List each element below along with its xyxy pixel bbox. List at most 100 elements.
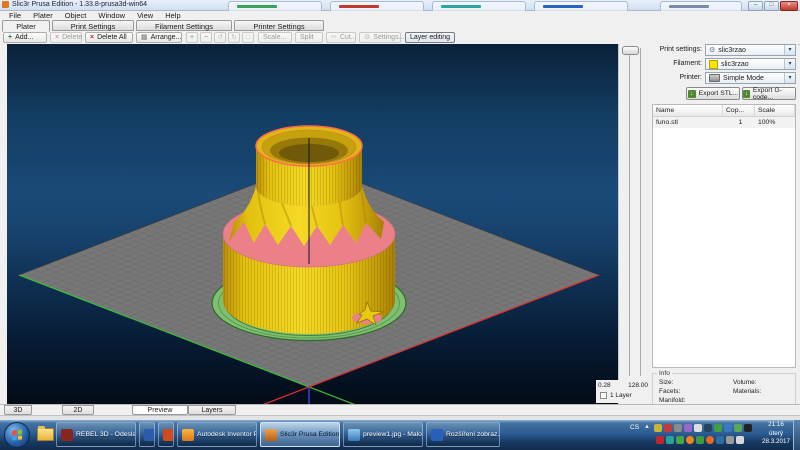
background-window-tab[interactable] [330,1,424,11]
layer-editing-button[interactable]: Layer editing [405,32,455,43]
tab-printer-settings[interactable]: Printer Settings [234,20,324,31]
tray-icon[interactable] [706,436,714,444]
tray-icon[interactable] [696,436,704,444]
taskbar: REBEL 3D - Odeslat o... Autodesk Invento… [0,420,800,450]
add-icon: + [8,34,12,41]
add-button[interactable]: + Add... [3,32,47,43]
tray-icon[interactable] [666,436,674,444]
one-layer-option[interactable]: 1 Layer [600,392,632,399]
menu-plater[interactable]: Plater [28,11,58,20]
language-indicator[interactable]: CS [630,424,639,431]
export-gcode-button[interactable]: ↓ Export G-code... [742,87,796,100]
rotate-ccw-icon: ↺ [217,34,223,41]
close-button[interactable]: × [780,1,798,11]
selection-button[interactable]: □ [242,32,254,43]
background-window-tab[interactable] [660,1,742,11]
export-icon: ↓ [688,90,696,98]
tray-icon[interactable] [676,436,684,444]
slider-track-low[interactable] [629,48,630,376]
more-copies-button[interactable]: + [186,32,198,43]
view-tab-preview[interactable]: Preview [132,405,188,415]
explorer-folder-icon[interactable] [37,428,54,441]
filament-select[interactable]: slic3rzao ▾ [705,58,796,70]
arrange-button[interactable]: ▦ Arrange... [136,32,182,43]
selection-icon: □ [246,34,250,41]
taskbar-button-rebel3d[interactable]: REBEL 3D - Odeslat o... [56,422,136,447]
tab-plater[interactable]: Plater [2,20,50,32]
app-icon [61,429,73,441]
taskbar-button-slic3r[interactable]: Slic3r Prusa Edition - ... [260,422,340,447]
chevron-down-icon: ▾ [784,59,795,69]
tray-icon[interactable] [724,424,732,432]
gear-icon: ⚙ [709,47,715,54]
tab-print-settings[interactable]: Print Settings [52,20,134,31]
tray-icon[interactable] [664,424,672,432]
tray-icon[interactable] [714,424,722,432]
tray-icon[interactable] [716,436,724,444]
info-volume-label: Volume: [733,379,757,386]
tray-icon[interactable] [684,424,692,432]
view-tab-layers[interactable]: Layers [188,405,236,415]
tray-icon[interactable] [744,424,752,432]
cut-button[interactable]: ✂ Cut... [326,32,356,43]
taskbar-button-display[interactable]: Rozšíření zobraz... [426,422,500,447]
column-scale[interactable]: Scale [755,105,795,116]
tray-expand-icon[interactable]: ▲ [644,424,650,430]
slider-track-high[interactable] [640,48,641,376]
split-button[interactable]: Split [295,32,323,43]
export-stl-button[interactable]: ↓ Export STL... [686,87,740,100]
background-window-tab[interactable] [432,1,526,11]
view-tab-2d[interactable]: 2D [62,405,94,415]
minus-icon: − [204,34,208,41]
rotate-ccw-button[interactable]: ↺ [214,32,226,43]
tray-icon[interactable] [736,436,744,444]
taskbar-clock[interactable]: 21:16 úterý 28.3.2017 [756,421,796,447]
tray-icon[interactable] [694,424,702,432]
taskbar-button-app1[interactable] [139,422,155,447]
settings-button[interactable]: ⚙ Settings... [359,32,401,43]
view-tab-3d[interactable]: 3D [4,405,32,415]
maximize-button[interactable]: □ [764,1,779,11]
menu-object[interactable]: Object [60,11,92,20]
show-desktop-button[interactable] [793,420,800,450]
table-row[interactable]: funo.stl 1 100% [653,117,795,128]
print-settings-label: Print settings: [650,44,702,56]
slider-handle[interactable] [622,46,639,55]
tray-icon[interactable] [674,424,682,432]
z-high-value: 128.00 [628,382,648,389]
menu-view[interactable]: View [132,11,158,20]
background-window-tab[interactable] [534,1,628,11]
viewport-canvas[interactable] [7,44,618,404]
delete-button[interactable]: × Delete [50,32,82,43]
fewer-copies-button[interactable]: − [200,32,212,43]
tab-filament-settings[interactable]: Filament Settings [136,20,232,31]
column-copies[interactable]: Cop... [723,105,755,116]
column-name[interactable]: Name [653,105,723,116]
one-layer-checkbox[interactable] [600,392,607,399]
tray-icon[interactable] [726,436,734,444]
tray-icon[interactable] [704,424,712,432]
minimize-button[interactable]: – [748,1,763,11]
background-window-tab[interactable] [228,1,322,11]
menu-help[interactable]: Help [160,11,185,20]
left-gutter [0,44,7,403]
clock-day: úterý [756,430,796,439]
tray-icon[interactable] [686,436,694,444]
scale-button[interactable]: Scale... [258,32,292,43]
gear-icon: ⚙ [364,34,370,41]
taskbar-button-app2[interactable] [158,422,174,447]
print-settings-select[interactable]: ⚙ slic3rzao ▾ [705,44,796,56]
printer-select[interactable]: Simple Mode ▾ [705,72,796,84]
tray-icon[interactable] [654,424,662,432]
taskbar-button-paint[interactable]: preview1.jpg - Malov... [343,422,423,447]
slic3r-app-icon [2,1,9,8]
rotate-cw-button[interactable]: ↻ [228,32,240,43]
start-button[interactable] [4,422,30,448]
tray-icon[interactable] [656,436,664,444]
delete-all-button[interactable]: × Delete All [85,32,133,43]
menu-file[interactable]: File [4,11,26,20]
app-icon [144,429,155,441]
tray-icon[interactable] [734,424,742,432]
taskbar-button-inventor[interactable]: Autodesk Inventor Pr... [177,422,257,447]
menu-window[interactable]: Window [93,11,130,20]
